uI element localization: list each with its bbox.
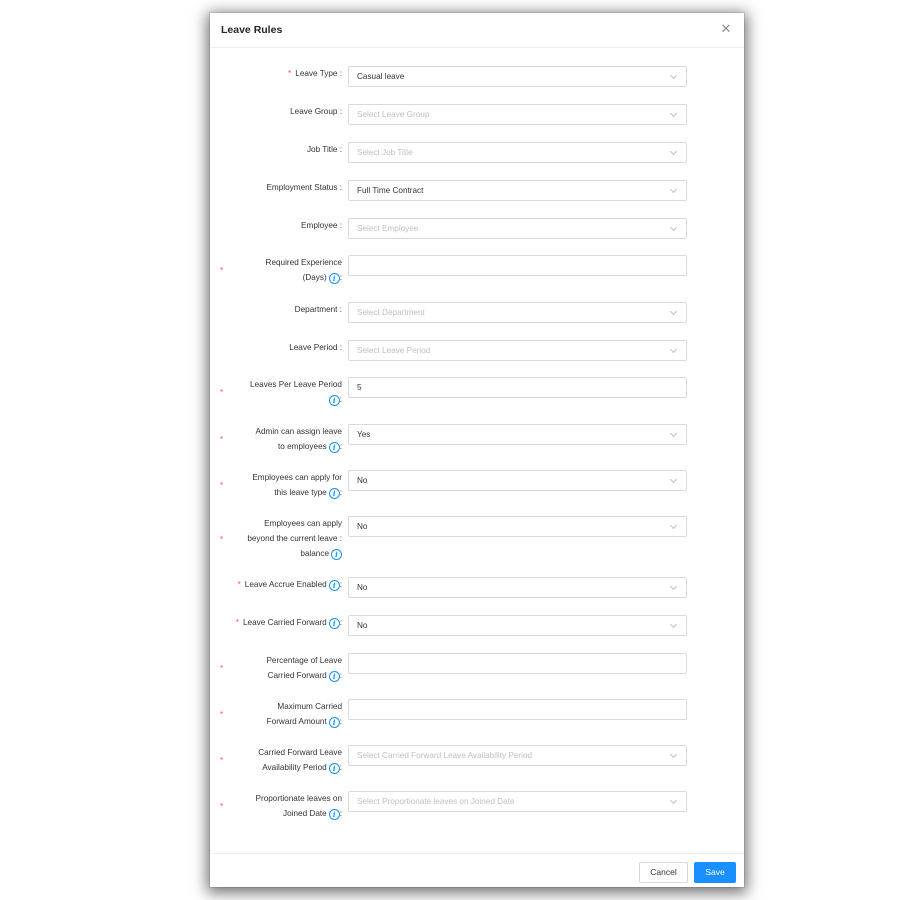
proportionate-label: Proportionate leaves on Joined Date i: xyxy=(255,794,342,820)
cf-availability-select[interactable]: Select Carried Forward Leave Availabilit… xyxy=(348,745,687,766)
cf-availability-label: Carried Forward Leave Availability Perio… xyxy=(258,748,342,774)
info-circle-icon[interactable]: i xyxy=(328,763,340,774)
required-marker: * xyxy=(220,535,224,544)
required-marker: * xyxy=(220,435,224,444)
employee-label: Employee : xyxy=(301,221,342,230)
admin-assign-label: Admin can assign leave to employees i: xyxy=(255,427,342,453)
info-circle-icon[interactable]: i xyxy=(328,809,340,820)
percentage-cf-input[interactable] xyxy=(348,653,687,674)
leaves-per-period-input[interactable]: 5 xyxy=(348,377,687,398)
leave-period-placeholder: Select Leave Period xyxy=(357,346,431,355)
required-marker: * xyxy=(220,756,224,765)
close-icon[interactable]: ✕ xyxy=(718,21,734,37)
leave-group-placeholder: Select Leave Group xyxy=(357,110,430,119)
required-marker: * xyxy=(220,481,224,490)
leave-accrue-label: * Leave Accrue Enabled i: xyxy=(237,580,342,591)
proportionate-select[interactable]: Select Proportionate leaves on Joined Da… xyxy=(348,791,687,812)
save-button[interactable]: Save xyxy=(694,862,736,883)
job-title-placeholder: Select Job Title xyxy=(357,148,413,157)
chevron-down-icon xyxy=(670,111,678,119)
info-circle-icon[interactable]: i xyxy=(328,717,340,728)
cf-availability-placeholder: Select Carried Forward Leave Availabilit… xyxy=(357,751,533,760)
proportionate-placeholder: Select Proportionate leaves on Joined Da… xyxy=(357,797,515,806)
chevron-down-icon xyxy=(670,431,678,439)
leave-period-select[interactable]: Select Leave Period xyxy=(348,340,687,361)
chevron-down-icon xyxy=(670,584,678,592)
required-experience-label: Required Experience (Days) i: xyxy=(265,258,342,284)
leave-type-value: Casual leave xyxy=(357,72,405,81)
employment-status-select[interactable]: Full Time Contract xyxy=(348,180,687,201)
chevron-down-icon xyxy=(670,149,678,157)
leave-group-label: Leave Group : xyxy=(290,107,342,116)
percentage-cf-label: Percentage of Leave Carried Forward i: xyxy=(266,656,342,682)
carried-forward-value: No xyxy=(357,621,368,630)
info-circle-icon[interactable]: i xyxy=(328,442,340,453)
chevron-down-icon xyxy=(670,225,678,233)
apply-beyond-label: Employees can apply beyond the current l… xyxy=(247,519,342,560)
leave-type-select[interactable]: Casual leave xyxy=(348,66,687,87)
required-marker: * xyxy=(220,266,224,275)
chevron-down-icon xyxy=(670,622,678,630)
info-circle-icon[interactable]: i xyxy=(328,395,340,406)
leave-rules-modal: Leave Rules ✕ * Leave Type : Casual leave… xyxy=(210,13,744,887)
leaves-per-period-value: 5 xyxy=(357,383,362,392)
required-experience-input[interactable] xyxy=(348,255,687,276)
job-title-select[interactable]: Select Job Title xyxy=(348,142,687,163)
employee-select[interactable]: Select Employee xyxy=(348,218,687,239)
chevron-down-icon xyxy=(670,752,678,760)
job-title-label: Job Title : xyxy=(306,145,342,154)
info-circle-icon[interactable]: i xyxy=(328,488,340,499)
chevron-down-icon xyxy=(670,347,678,355)
chevron-down-icon xyxy=(670,187,678,195)
employee-apply-value: No xyxy=(357,476,368,485)
cancel-button[interactable]: Cancel xyxy=(639,862,688,883)
employment-status-label: Employment Status : xyxy=(266,183,342,192)
employee-apply-select[interactable]: No xyxy=(348,470,687,491)
admin-assign-value: Yes xyxy=(357,430,371,439)
max-cf-input[interactable] xyxy=(348,699,687,720)
department-placeholder: Select Department xyxy=(357,308,425,317)
chevron-down-icon xyxy=(670,477,678,485)
info-circle-icon[interactable]: i xyxy=(331,549,342,560)
leave-accrue-select[interactable]: No xyxy=(348,577,687,598)
employee-apply-label: Employees can apply for this leave type i… xyxy=(252,473,342,499)
max-cf-label: Maximum Carried Forward Amount i: xyxy=(266,702,342,728)
info-circle-icon[interactable]: i xyxy=(328,273,340,284)
apply-beyond-value: No xyxy=(357,522,368,531)
carried-forward-label: * Leave Carried Forward i: xyxy=(235,618,342,629)
leave-group-select[interactable]: Select Leave Group xyxy=(348,104,687,125)
apply-beyond-select[interactable]: No xyxy=(348,516,687,537)
info-circle-icon[interactable]: i xyxy=(328,618,340,629)
chevron-down-icon xyxy=(670,73,678,81)
modal-footer: Cancel Save xyxy=(210,853,744,888)
leaves-per-period-label: Leaves Per Leave Period i: xyxy=(250,380,342,406)
chevron-down-icon xyxy=(670,798,678,806)
required-marker: * xyxy=(220,664,224,673)
leave-period-label: Leave Period : xyxy=(289,343,342,352)
info-circle-icon[interactable]: i xyxy=(328,671,340,682)
admin-assign-select[interactable]: Yes xyxy=(348,424,687,445)
modal-title: Leave Rules xyxy=(221,24,283,36)
department-select[interactable]: Select Department xyxy=(348,302,687,323)
employee-placeholder: Select Employee xyxy=(357,224,419,233)
required-marker: * xyxy=(220,710,224,719)
department-label: Department : xyxy=(294,305,342,314)
employment-status-value: Full Time Contract xyxy=(357,186,424,195)
info-circle-icon[interactable]: i xyxy=(328,580,340,591)
chevron-down-icon xyxy=(670,309,678,317)
required-marker: * xyxy=(220,802,224,811)
leave-accrue-value: No xyxy=(357,583,368,592)
required-marker: * xyxy=(220,388,224,397)
carried-forward-select[interactable]: No xyxy=(348,615,687,636)
modal-header: Leave Rules ✕ xyxy=(210,13,744,48)
leave-type-label: * Leave Type : xyxy=(288,69,342,78)
chevron-down-icon xyxy=(670,523,678,531)
